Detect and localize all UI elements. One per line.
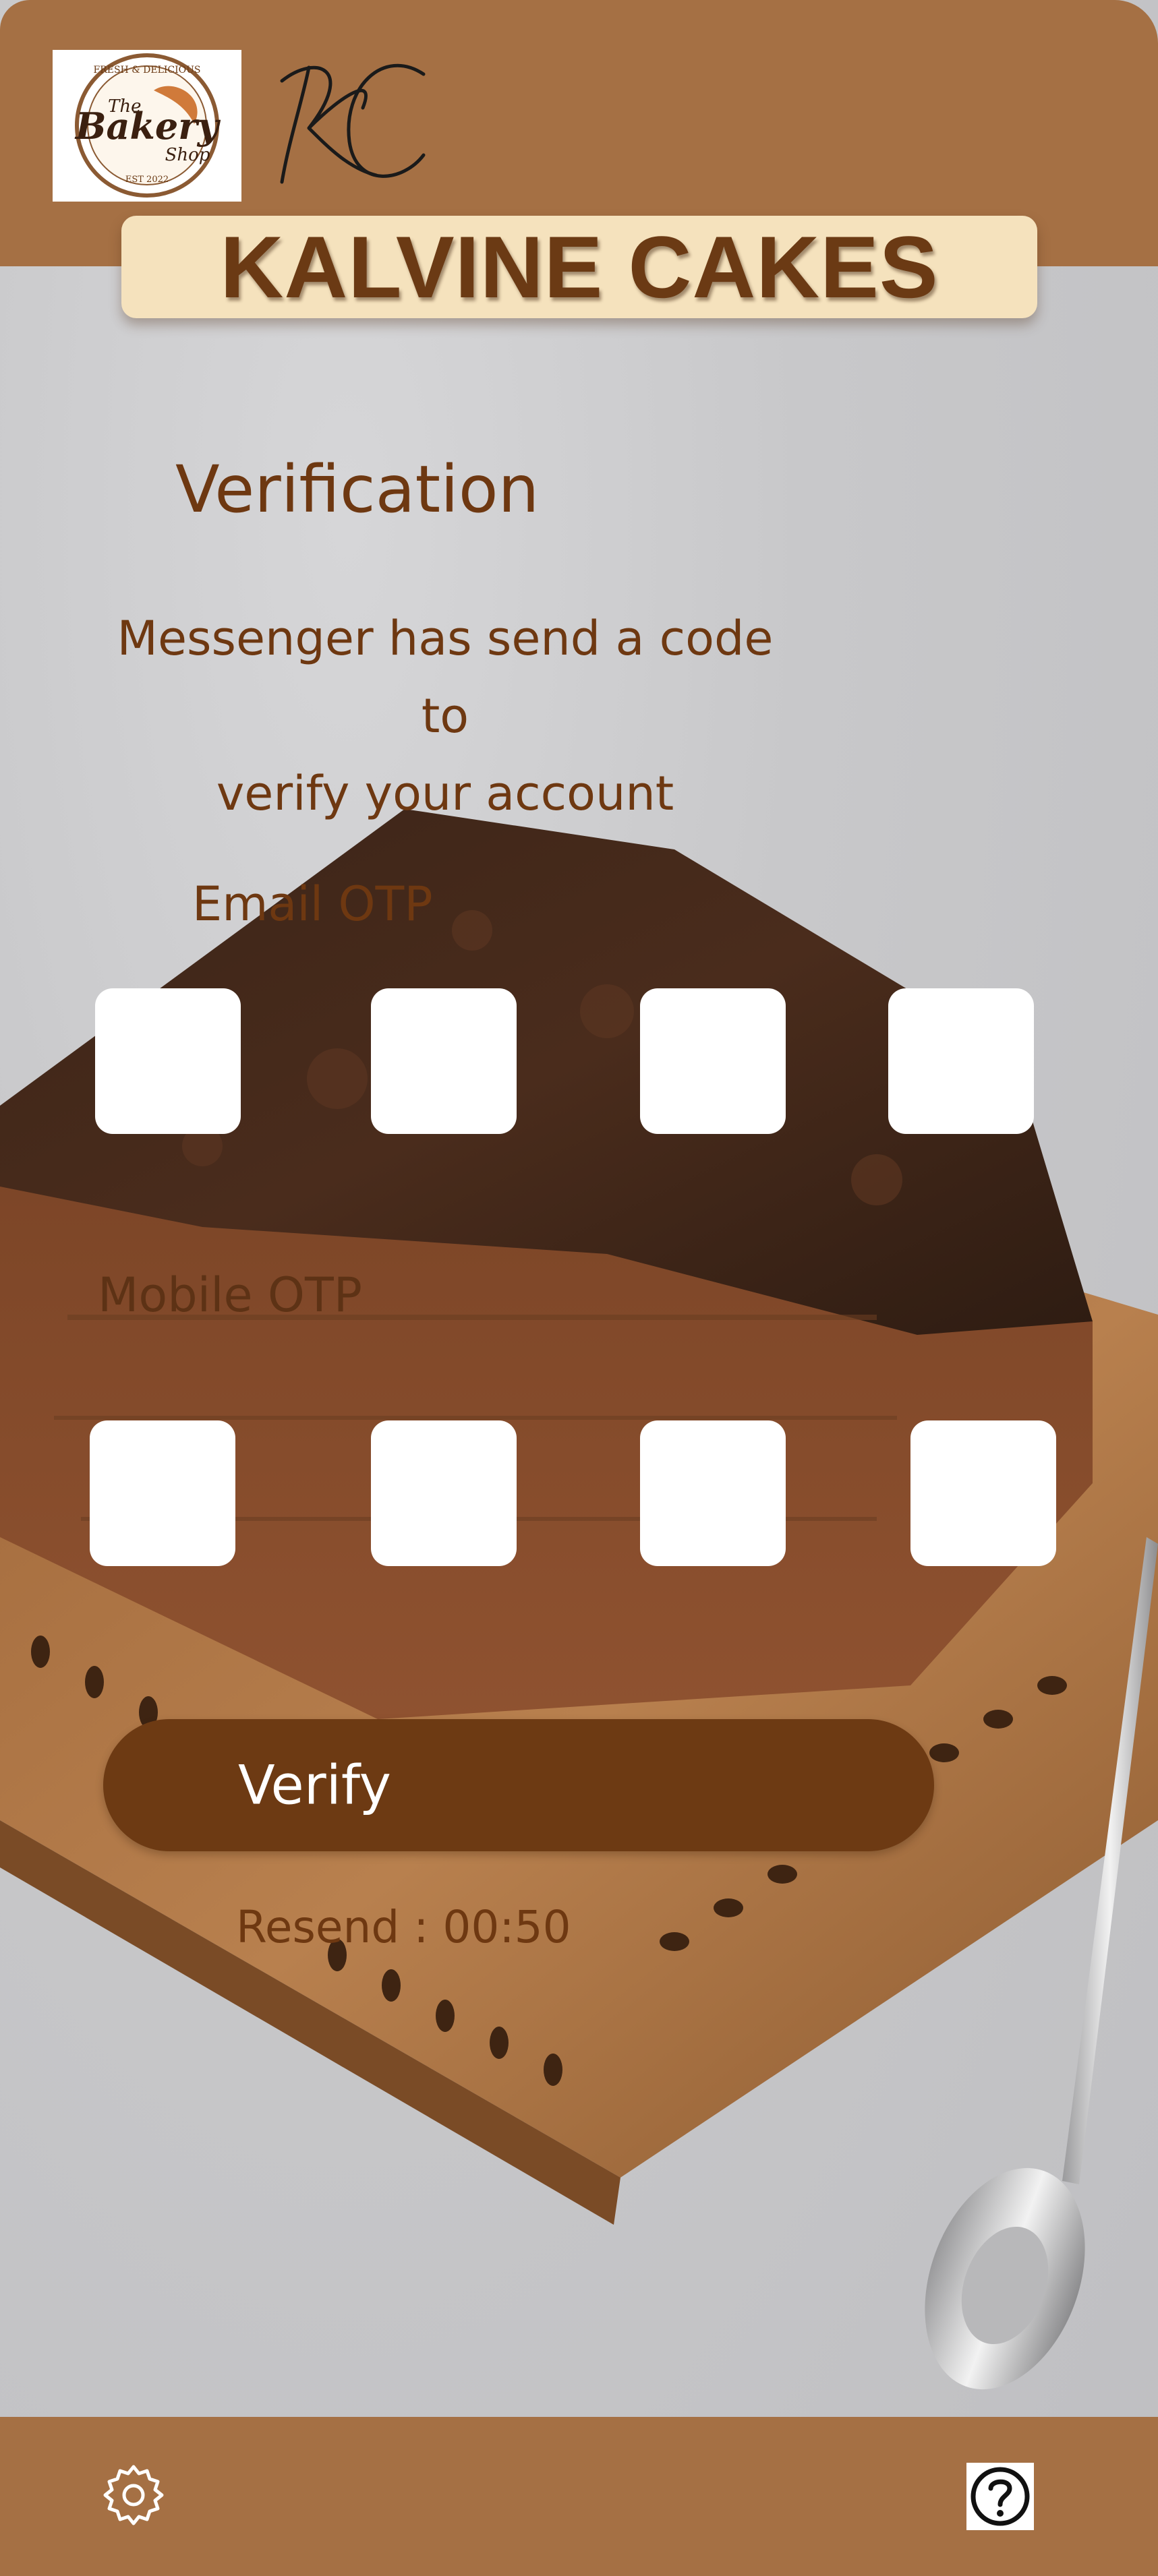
bakery-shop-logo: FRESH & DELICIOUS The Bakery Shop EST 20… (53, 50, 241, 202)
kc-monogram-icon (262, 47, 430, 196)
brand-banner: KALVINE CAKES (121, 216, 1037, 318)
verify-button[interactable]: Verify (103, 1719, 934, 1851)
email-otp-digit-2[interactable] (371, 988, 517, 1134)
logo-text-est: EST 2022 (125, 175, 169, 185)
mobile-otp-label: Mobile OTP (98, 1267, 362, 1323)
gear-icon[interactable] (101, 2463, 166, 2527)
page-title: Verification (175, 452, 540, 527)
instructions-line-2: verify your account (216, 766, 674, 821)
verify-button-label: Verify (238, 1754, 391, 1817)
logo-text-bakery: Bakery (74, 104, 221, 148)
logo-text-shop: Shop (165, 145, 210, 165)
email-otp-digit-4[interactable] (888, 988, 1034, 1134)
email-otp-label: Email OTP (192, 876, 433, 932)
brand-name: KALVINE CAKES (220, 218, 939, 316)
mobile-otp-digit-2[interactable] (371, 1420, 517, 1566)
resend-timer-link[interactable]: Resend : 00:50 (236, 1901, 571, 1953)
verification-instructions: Messenger has send a code to verify your… (88, 600, 803, 833)
mobile-otp-digit-1[interactable] (90, 1420, 235, 1566)
mobile-otp-digit-3[interactable] (640, 1420, 786, 1566)
logo-text-top: FRESH & DELICIOUS (93, 65, 200, 76)
question-mark-icon[interactable] (966, 2463, 1034, 2530)
mobile-otp-digit-4[interactable] (910, 1420, 1056, 1566)
email-otp-digit-3[interactable] (640, 988, 786, 1134)
email-otp-digit-1[interactable] (95, 988, 241, 1134)
instructions-line-1: Messenger has send a code to (117, 611, 774, 744)
